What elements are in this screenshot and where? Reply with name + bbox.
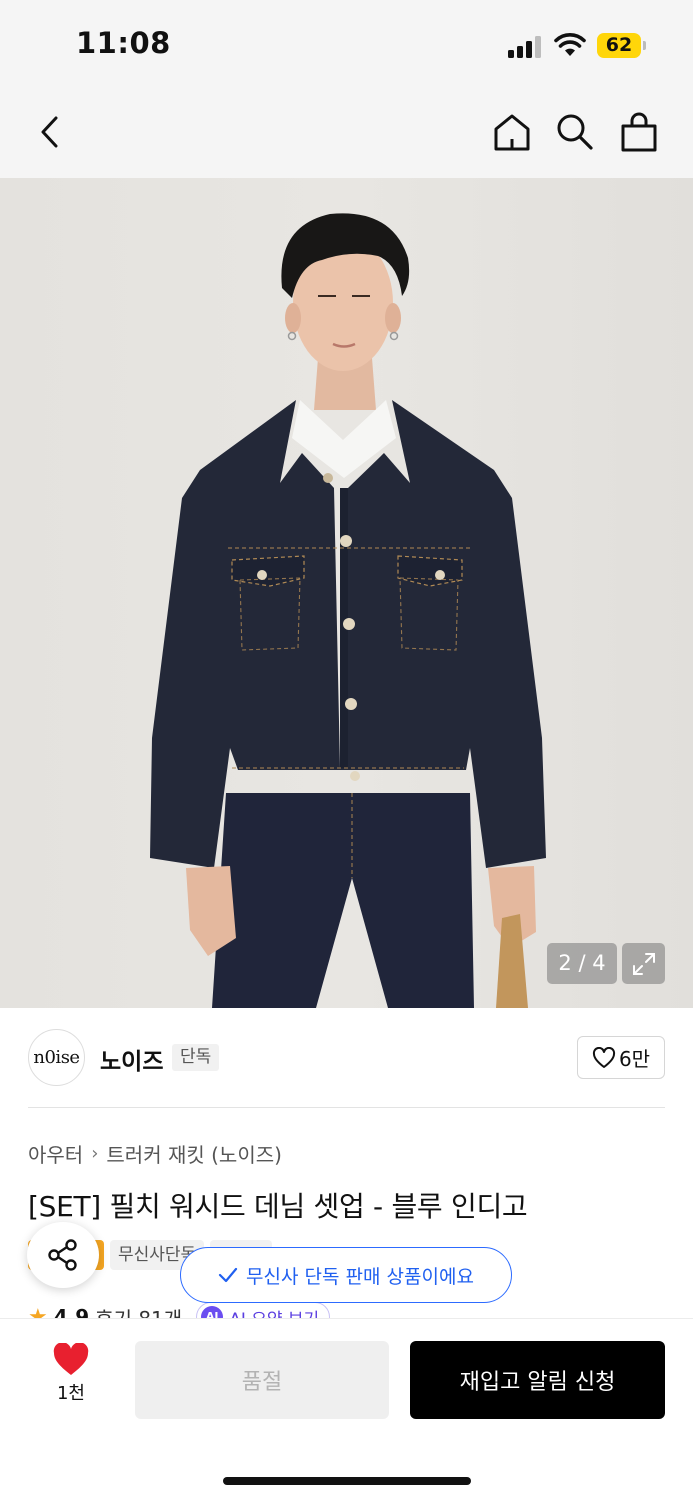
bottom-action-bar: 1천 품절 재입고 알림 신청	[0, 1318, 693, 1500]
breadcrumb-item-subcategory[interactable]: 트러커 재킷 (노이즈)	[106, 1139, 282, 1168]
cart-button[interactable]	[615, 108, 663, 156]
signal-icon	[508, 36, 542, 58]
expand-icon	[632, 952, 655, 975]
share-icon	[48, 1239, 77, 1271]
expand-button[interactable]	[622, 943, 665, 984]
like-count: 1천	[56, 1383, 85, 1404]
breadcrumb: 아우터 › 트러커 재킷 (노이즈)	[28, 1139, 282, 1168]
image-counter: 2 / 4	[547, 943, 617, 984]
bag-icon	[621, 112, 657, 152]
brand-row: n0ise 노이즈 단독 6만	[28, 1028, 665, 1088]
brand-like-count: 6만	[618, 1047, 651, 1071]
status-bar: 11:08 62	[0, 0, 693, 88]
product-image[interactable]: 2 / 4	[0, 178, 693, 1008]
soldout-button[interactable]: 품절	[135, 1341, 389, 1419]
brand-name[interactable]: 노이즈	[100, 1042, 163, 1076]
chevron-right-icon: ›	[91, 1143, 99, 1164]
brand-like-button[interactable]: 6만	[577, 1036, 665, 1079]
nav-bar	[0, 88, 693, 178]
product-title: [SET] 필치 워시드 데님 셋업 - 블루 인디고	[28, 1190, 528, 1223]
battery-icon: 62	[597, 33, 641, 58]
back-icon	[41, 116, 58, 148]
toast-text: 무신사 단독 판매 상품이에요	[246, 1265, 474, 1288]
search-button[interactable]	[551, 108, 599, 156]
product-photo	[150, 213, 546, 1008]
brand-logo[interactable]: n0ise	[28, 1029, 85, 1086]
breadcrumb-item-category[interactable]: 아우터	[28, 1139, 83, 1168]
home-button[interactable]	[488, 108, 536, 156]
restock-alert-button[interactable]: 재입고 알림 신청	[410, 1341, 665, 1419]
battery-nub	[643, 41, 646, 50]
heart-filled-icon	[53, 1343, 89, 1375]
heart-outline-icon	[592, 1046, 615, 1068]
home-indicator	[223, 1477, 471, 1485]
home-icon	[494, 114, 530, 151]
exclusive-badge: 단독	[172, 1044, 220, 1071]
exclusive-toast: 무신사 단독 판매 상품이에요	[180, 1247, 512, 1303]
status-time: 11:08	[76, 26, 171, 60]
wifi-icon	[554, 33, 586, 56]
like-button[interactable]: 1천	[40, 1343, 102, 1415]
share-button[interactable]	[27, 1222, 99, 1288]
back-button[interactable]	[26, 108, 74, 156]
check-icon	[218, 1267, 238, 1283]
divider	[28, 1107, 665, 1108]
search-icon	[557, 114, 593, 150]
